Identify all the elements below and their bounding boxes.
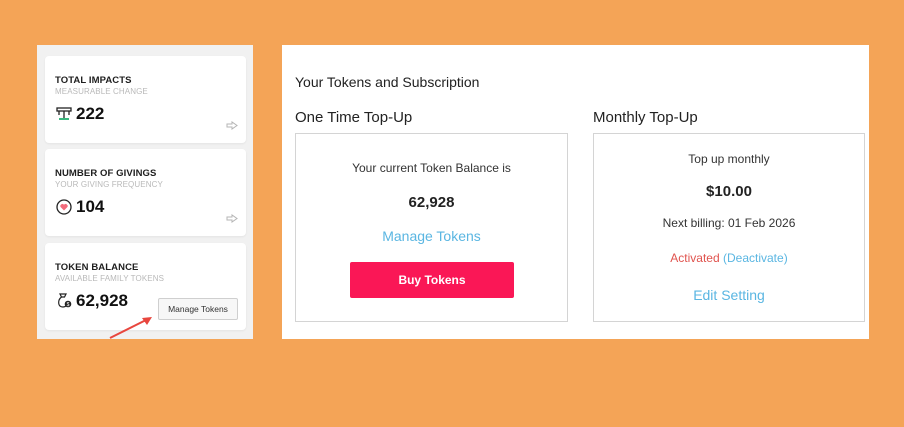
manage-tokens-button[interactable]: Manage Tokens [158,298,238,320]
givings-value-row: 104 [55,197,104,217]
money-bag-icon: $ [55,292,73,310]
givings-title: NUMBER OF GIVINGS [55,168,157,179]
deactivate-link[interactable]: (Deactivate) [723,251,788,265]
monthly-price: $10.00 [706,183,752,200]
total-impacts-value: 222 [76,104,105,123]
forward-arrow-icon[interactable] [226,210,238,228]
subscription-panel: Your Tokens and Subscription One Time To… [282,45,869,339]
impact-icon [55,106,73,122]
number-of-givings-card: NUMBER OF GIVINGS YOUR GIVING FREQUENCY … [45,149,246,236]
one-time-topup-heading: One Time Top-Up [295,109,413,126]
total-impacts-subtitle: MEASURABLE CHANGE [55,87,148,96]
total-impacts-title: TOTAL IMPACTS [55,75,132,86]
manage-tokens-link[interactable]: Manage Tokens [296,228,567,244]
total-impacts-card: TOTAL IMPACTS MEASURABLE CHANGE 222 [45,56,246,143]
token-balance-value-row: $ 62,928 [55,291,128,311]
balance-value: 62,928 [408,194,455,211]
monthly-topup-box: Top up monthly $10.00 Next billing: 01 F… [593,133,865,322]
annotation-arrow-icon [109,317,152,339]
heart-cycle-icon [55,198,73,216]
token-balance-title: TOKEN BALANCE [55,262,139,273]
edit-setting-link[interactable]: Edit Setting [594,287,864,303]
svg-text:$: $ [67,302,70,308]
next-billing-text: Next billing: 01 Feb 2026 [662,216,796,230]
status-activated: Activated [670,251,720,265]
token-balance-value: 62,928 [76,291,128,310]
balance-label: Your current Token Balance is [352,161,511,175]
monthly-label: Top up monthly [688,152,770,166]
total-impacts-value-row: 222 [55,104,104,124]
forward-arrow-icon[interactable] [226,117,238,135]
givings-value: 104 [76,197,105,216]
buy-tokens-button[interactable]: Buy Tokens [350,262,514,298]
one-time-topup-box: Your current Token Balance is 62,928 Man… [295,133,568,322]
token-balance-subtitle: AVAILABLE FAMILY TOKENS [55,274,165,283]
subscription-status-row: Activated (Deactivate) [594,251,864,265]
monthly-topup-heading: Monthly Top-Up [593,109,698,126]
subscription-title: Your Tokens and Subscription [295,74,480,90]
givings-subtitle: YOUR GIVING FREQUENCY [55,180,163,189]
stats-panel: TOTAL IMPACTS MEASURABLE CHANGE 222 NUMB… [37,45,253,339]
